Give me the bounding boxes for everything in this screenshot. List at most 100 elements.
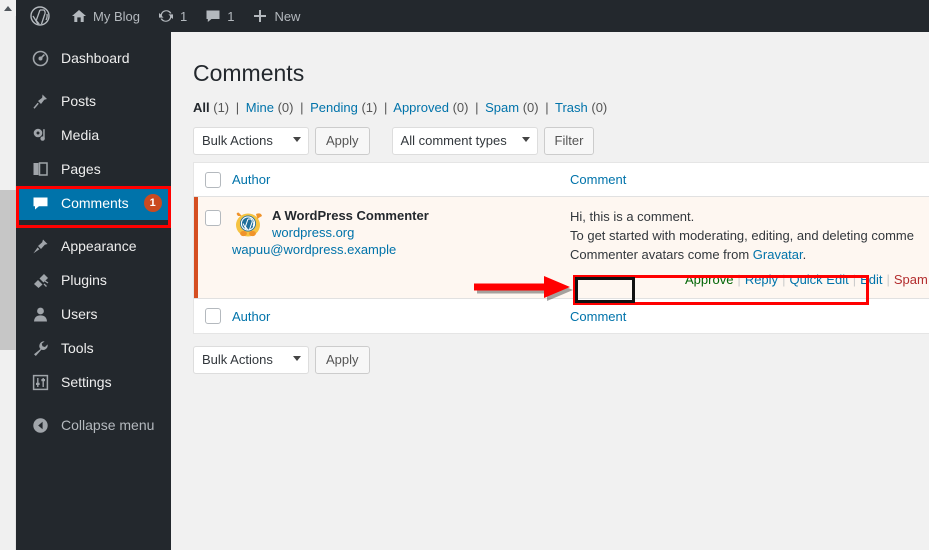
sidebar-item-settings[interactable]: Settings — [16, 365, 171, 399]
filter-separator: | — [545, 100, 549, 115]
site-name-label: My Blog — [93, 8, 140, 24]
sidebar-item-label: Plugins — [61, 272, 107, 288]
quick-edit-link[interactable]: Quick Edit — [789, 272, 848, 287]
media-icon — [30, 127, 50, 144]
filter-separator: | — [235, 100, 240, 115]
comments-pending-badge: 1 — [143, 194, 162, 212]
bulk-actions-select-bottom[interactable]: Bulk Actions — [193, 346, 309, 374]
row-checkbox[interactable] — [205, 210, 221, 226]
comment-type-value: All comment types — [400, 133, 507, 148]
sidebar-item-label: Collapse menu — [61, 417, 155, 433]
filter-separator: | — [300, 100, 304, 115]
filter-all[interactable]: All — [193, 100, 210, 115]
edit-link[interactable]: Edit — [860, 272, 882, 287]
sliders-icon — [30, 374, 50, 391]
sidebar-item-tools[interactable]: Tools — [16, 331, 171, 365]
column-header-author[interactable]: Author — [232, 172, 570, 187]
bulk-actions-value: Bulk Actions — [202, 133, 273, 148]
comment-type-select[interactable]: All comment types — [391, 127, 538, 155]
author-cell: A WordPress Commenter wordpress.org wapu… — [232, 197, 570, 270]
column-footer-comment[interactable]: Comment — [570, 309, 929, 324]
sidebar-item-media[interactable]: Media — [16, 118, 171, 152]
pages-icon — [30, 161, 50, 178]
sidebar-item-plugins[interactable]: Plugins — [16, 263, 171, 297]
wordpress-logo-button[interactable] — [16, 0, 62, 32]
comment-bubble-icon — [205, 8, 221, 24]
screen: My Blog 1 1 New Dashboard Posts Media Pa… — [0, 0, 929, 550]
sidebar-item-dashboard[interactable]: Dashboard — [16, 41, 171, 75]
table-nav-bottom: Bulk Actions Apply — [193, 346, 929, 374]
updates-menu[interactable]: 1 — [149, 0, 196, 32]
select-all-checkbox-top[interactable] — [205, 171, 221, 188]
filter-separator: | — [475, 100, 479, 115]
column-footer-author[interactable]: Author — [232, 309, 570, 324]
comments-count: 1 — [227, 8, 235, 24]
select-all-checkbox-bottom[interactable] — [205, 308, 221, 324]
column-header-comment[interactable]: Comment — [570, 172, 929, 187]
site-name-menu[interactable]: My Blog — [62, 0, 149, 32]
sidebar-item-label: Appearance — [61, 238, 137, 254]
wordpress-logo-icon — [30, 6, 50, 26]
author-url-link[interactable]: wordpress.org — [272, 224, 429, 241]
updates-count: 1 — [179, 8, 188, 24]
scroll-up-button[interactable] — [0, 0, 16, 16]
filter-mine-count: (0) — [277, 100, 294, 115]
plus-icon — [252, 8, 268, 24]
filter-trash[interactable]: Trash — [555, 100, 588, 115]
filter-all-count: (1) — [213, 100, 230, 115]
bulk-actions-value: Bulk Actions — [202, 352, 273, 367]
spam-link[interactable]: Spam — [894, 272, 928, 287]
comment-line-1: Hi, this is a comment. — [570, 209, 695, 224]
admin-sidebar-menu: Dashboard Posts Media Pages Comments 1 A… — [16, 32, 179, 550]
select-all-cell-bottom — [194, 308, 232, 324]
filter-button[interactable]: Filter — [543, 127, 595, 155]
gravatar-link[interactable]: Gravatar — [753, 247, 803, 262]
sidebar-item-appearance[interactable]: Appearance — [16, 229, 171, 263]
sidebar-item-collapse-menu[interactable]: Collapse menu — [16, 408, 171, 442]
admin-bar: My Blog 1 1 New — [16, 0, 929, 32]
scrollbar-thumb[interactable] — [0, 190, 16, 350]
chevron-down-icon — [521, 137, 530, 142]
filter-mine[interactable]: Mine — [246, 100, 274, 115]
filter-separator: | — [383, 100, 388, 115]
collapse-arrow-icon — [30, 417, 50, 434]
comment-cell: Hi, this is a comment. To get started wi… — [570, 197, 929, 298]
sidebar-item-label: Users — [61, 306, 98, 322]
approve-link[interactable]: Approve — [685, 272, 733, 287]
bulk-actions-select-top[interactable]: Bulk Actions — [193, 127, 309, 155]
filter-spam-count: (0) — [522, 100, 539, 115]
sidebar-item-label: Media — [61, 127, 100, 143]
filter-approved[interactable]: Approved — [393, 100, 449, 115]
action-separator: | — [782, 272, 786, 287]
new-content-menu[interactable]: New — [243, 0, 309, 32]
apply-button-bottom[interactable]: Apply — [315, 346, 370, 374]
comment-line-3-text: Commenter avatars come from — [570, 247, 753, 262]
comments-menu[interactable]: 1 — [196, 0, 243, 32]
row-select-cell — [194, 197, 232, 226]
filter-pending[interactable]: Pending — [310, 100, 358, 115]
select-all-cell — [194, 171, 232, 188]
filter-spam[interactable]: Spam — [485, 100, 519, 115]
author-email-link[interactable]: wapuu@wordpress.example — [232, 241, 429, 258]
row-actions: Approve|Reply|Quick Edit|Edit|Spam|Trash — [570, 268, 929, 298]
reply-link[interactable]: Reply — [745, 272, 778, 287]
sidebar-item-label: Settings — [61, 374, 112, 390]
plug-icon — [30, 272, 50, 289]
pin-icon — [30, 93, 50, 110]
sidebar-item-users[interactable]: Users — [16, 297, 171, 331]
sidebar-item-label: Pages — [61, 161, 101, 177]
comments-table: Author Comment A WordPress Commenter wor… — [193, 162, 929, 334]
updates-icon — [158, 8, 174, 24]
apply-button-top[interactable]: Apply — [315, 127, 370, 155]
action-separator: | — [886, 272, 890, 287]
brush-icon — [30, 238, 50, 255]
author-name: A WordPress Commenter — [272, 208, 429, 223]
sidebar-item-comments[interactable]: Comments 1 — [16, 186, 179, 220]
sidebar-item-pages[interactable]: Pages — [16, 152, 171, 186]
sidebar-item-posts[interactable]: Posts — [16, 84, 171, 118]
window-scrollbar[interactable] — [0, 0, 16, 550]
filter-trash-count: (0) — [591, 100, 608, 115]
chevron-down-icon — [293, 356, 301, 361]
sidebar-item-label: Tools — [61, 340, 94, 356]
action-separator: | — [852, 272, 857, 287]
